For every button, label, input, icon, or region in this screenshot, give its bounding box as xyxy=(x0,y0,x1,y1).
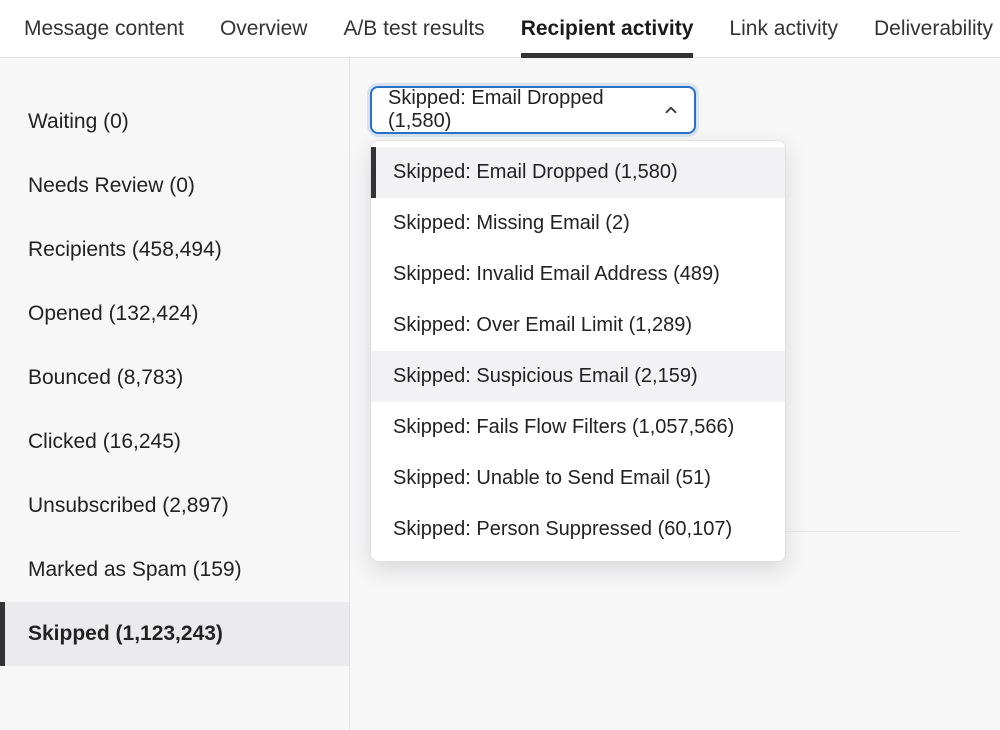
dropdown-option-over-email-limit[interactable]: Skipped: Over Email Limit (1,289) xyxy=(371,300,785,351)
dropdown-option-invalid-email-address[interactable]: Skipped: Invalid Email Address (489) xyxy=(371,249,785,300)
sidebar-item-marked-as-spam[interactable]: Marked as Spam (159) xyxy=(0,538,349,602)
sidebar-item-bounced[interactable]: Bounced (8,783) xyxy=(0,346,349,410)
dropdown-option-person-suppressed[interactable]: Skipped: Person Suppressed (60,107) xyxy=(371,504,785,555)
skip-reason-selected-label: Skipped: Email Dropped (1,580) xyxy=(388,87,662,133)
tab-ab-test-results[interactable]: A/B test results xyxy=(343,17,484,57)
chevron-up-icon xyxy=(662,101,680,119)
sidebar-item-opened[interactable]: Opened (132,424) xyxy=(0,282,349,346)
tab-deliverability[interactable]: Deliverability xyxy=(874,17,993,57)
tab-message-content[interactable]: Message content xyxy=(24,17,184,57)
tab-link-activity[interactable]: Link activity xyxy=(729,17,838,57)
sidebar-item-needs-review[interactable]: Needs Review (0) xyxy=(0,154,349,218)
tab-recipient-activity[interactable]: Recipient activity xyxy=(521,17,694,58)
sidebar-item-clicked[interactable]: Clicked (16,245) xyxy=(0,410,349,474)
dropdown-option-fails-flow-filters[interactable]: Skipped: Fails Flow Filters (1,057,566) xyxy=(371,402,785,453)
main-panel: Skipped: Email Dropped (1,580) Skipped: … xyxy=(350,58,1000,730)
dropdown-option-suspicious-email[interactable]: Skipped: Suspicious Email (2,159) xyxy=(371,351,785,402)
dropdown-option-missing-email[interactable]: Skipped: Missing Email (2) xyxy=(371,198,785,249)
sidebar-item-unsubscribed[interactable]: Unsubscribed (2,897) xyxy=(0,474,349,538)
tab-overview[interactable]: Overview xyxy=(220,17,308,57)
recipient-status-sidebar: Waiting (0) Needs Review (0) Recipients … xyxy=(0,58,350,730)
dropdown-option-email-dropped[interactable]: Skipped: Email Dropped (1,580) xyxy=(371,147,785,198)
tab-bar: Message content Overview A/B test result… xyxy=(0,0,1000,58)
sidebar-item-skipped[interactable]: Skipped (1,123,243) xyxy=(0,602,349,666)
sidebar-item-waiting[interactable]: Waiting (0) xyxy=(0,90,349,154)
sidebar-item-recipients[interactable]: Recipients (458,494) xyxy=(0,218,349,282)
skip-reason-dropdown: Skipped: Email Dropped (1,580) Skipped: … xyxy=(370,140,786,562)
skip-reason-combobox[interactable]: Skipped: Email Dropped (1,580) xyxy=(370,86,696,134)
dropdown-option-unable-to-send-email[interactable]: Skipped: Unable to Send Email (51) xyxy=(371,453,785,504)
